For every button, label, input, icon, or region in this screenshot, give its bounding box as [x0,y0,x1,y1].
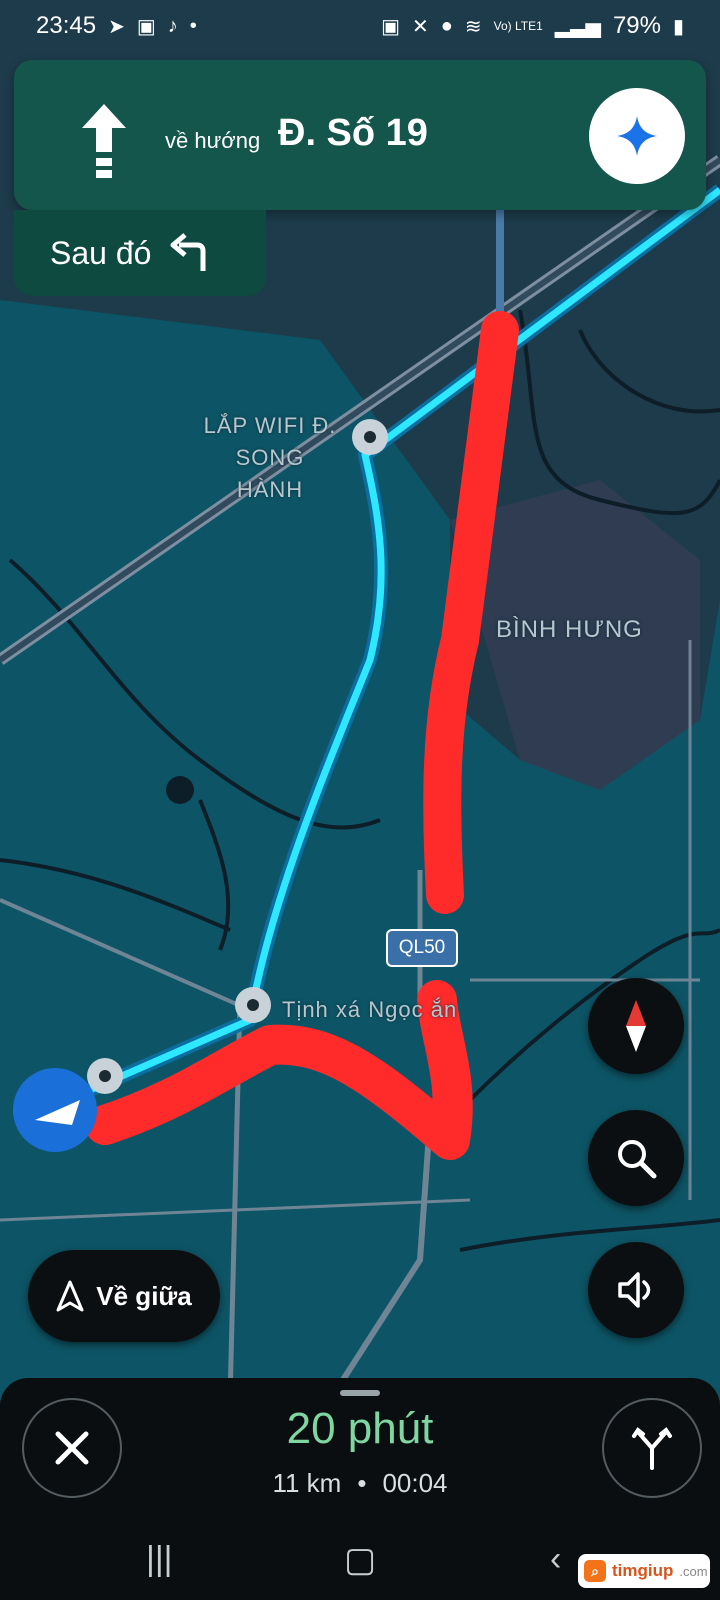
location-icon: ● [440,14,453,37]
recenter-button[interactable]: Về giữa [28,1250,220,1342]
watermark-brand: timgiup [612,1561,674,1580]
sparkle-icon [617,116,657,156]
waypoint-marker[interactable] [235,987,271,1023]
gemini-assistant-button[interactable] [589,88,685,184]
wifi-icon: ≋ [464,15,482,38]
street-name: Đ. Số 19 [278,112,428,154]
status-right: ▣ ✕ ● ≋ Vo) LTE1 ▂▃▅ 79% ▮ [381,12,684,40]
search-button[interactable] [588,1110,684,1206]
toward-label: về hướng [165,128,261,153]
dot-icon: • [189,14,197,37]
then-label: Sau đó [50,234,152,271]
trip-separator: • [357,1468,367,1498]
pond [166,776,194,804]
alternate-routes-button[interactable] [602,1398,702,1498]
compass-button[interactable] [588,978,684,1074]
back-icon[interactable]: ‹ [550,1540,561,1579]
navigation-arrow-icon [56,1280,84,1312]
sheet-handle[interactable] [340,1390,380,1396]
status-bar: 23:45 ➤ ▣ ♪ • ▣ ✕ ● ≋ Vo) LTE1 ▂▃▅ 79% ▮ [0,0,720,52]
mute-icon: ✕ [412,15,429,38]
watermark-domain: .com [679,1563,708,1579]
signal-icon: ▂▃▅ [554,15,601,38]
compass-icon [626,1000,646,1052]
watermark-search-icon: ⌕ [584,1560,606,1582]
road-shield: QL50 [386,929,458,967]
arrival-time: 00:04 [382,1468,448,1498]
network-label: Vo) LTE1 [493,19,543,33]
sound-button[interactable] [588,1242,684,1338]
waypoint-marker[interactable] [352,419,388,455]
volume-icon [618,1272,651,1308]
battery-icon: ▮ [672,15,684,38]
poi-label[interactable]: Tịnh xá Ngọc ắn [282,997,457,1023]
search-icon [618,1140,657,1179]
home-icon[interactable]: ▢ [344,1540,376,1580]
battery-percent: 79% [612,12,661,39]
status-left: 23:45 ➤ ▣ ♪ • [36,12,197,40]
navigation-icon: ➤ [108,15,125,38]
waypoint-marker[interactable] [87,1058,123,1094]
watermark-logo: ⌕ timgiup .com [578,1554,710,1588]
next-maneuver-card[interactable]: Sau đó [14,210,266,296]
poi-label[interactable]: LẮP WIFI Đ. SONG HÀNH [200,410,340,506]
recent-apps-icon[interactable]: ||| [146,1540,173,1579]
area-label: BÌNH HƯNG [496,616,643,643]
lock-icon: ▣ [381,15,401,38]
clock: 23:45 [36,12,97,39]
trip-distance: 11 km [272,1468,342,1498]
straight-arrow-icon [82,104,126,178]
tiktok-icon: ♪ [167,14,178,37]
route-fork-icon [632,1427,672,1470]
current-location-icon [13,1068,97,1152]
recenter-label: Về giữa [96,1280,192,1311]
gallery-icon: ▣ [136,15,156,38]
turn-left-icon [170,233,206,271]
